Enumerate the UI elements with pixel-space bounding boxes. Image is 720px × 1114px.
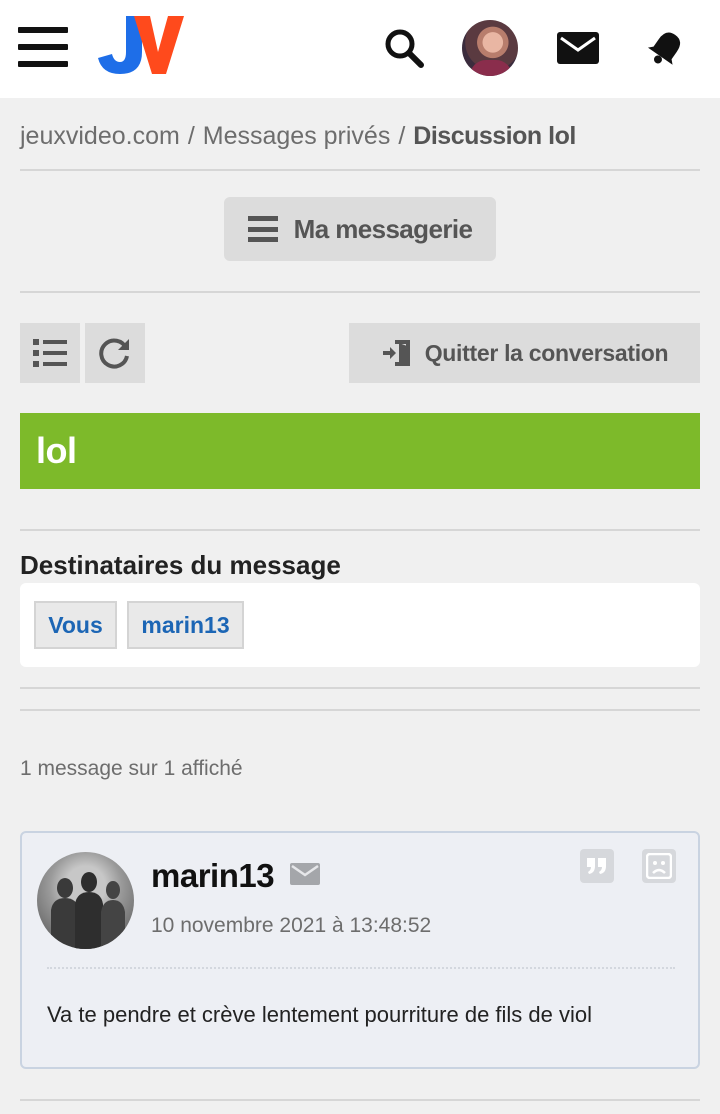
breadcrumb-section-link[interactable]: Messages privés	[203, 122, 391, 150]
breadcrumb-site-link[interactable]: jeuxvideo.com	[20, 122, 180, 150]
divider	[20, 291, 700, 293]
message-card: marin13 10 novembre 2021 à 13:48:52 Va t…	[20, 831, 700, 1069]
recipients-list: Vous marin13	[20, 583, 700, 667]
message-divider	[47, 967, 675, 969]
breadcrumb: jeuxvideo.com / Messages privés / Discussion…	[20, 122, 700, 151]
quote-icon[interactable]	[580, 849, 614, 883]
divider	[20, 709, 700, 711]
recipient-chip-you[interactable]: Vous	[34, 601, 117, 649]
top-bar	[0, 0, 720, 98]
conversation-title: lol	[20, 413, 700, 489]
breadcrumb-current: Discussion lol	[413, 122, 576, 150]
author-avatar[interactable]	[37, 852, 134, 949]
mail-icon[interactable]	[548, 20, 608, 76]
my-messages-button[interactable]: Ma messagerie	[224, 197, 496, 261]
recipients-heading: Destinataires du message	[20, 550, 341, 580]
divider	[20, 169, 700, 171]
message-body: Va te pendre et crève lentement pourritu…	[47, 1002, 593, 1027]
list-view-button[interactable]	[20, 323, 80, 383]
breadcrumb-separator: /	[187, 122, 195, 150]
divider	[20, 529, 700, 531]
message-author[interactable]: marin13	[151, 857, 275, 895]
user-avatar[interactable]	[460, 20, 520, 76]
menu-icon[interactable]	[18, 27, 68, 67]
send-private-message-icon[interactable]	[290, 863, 322, 887]
message-count: 1 message sur 1 affiché	[20, 757, 243, 780]
bell-icon[interactable]	[636, 20, 696, 76]
divider	[20, 1099, 700, 1101]
divider	[20, 687, 700, 689]
leave-conversation-button[interactable]: Quitter la conversation	[349, 323, 700, 383]
message-date: 10 novembre 2021 à 13:48:52	[151, 914, 432, 937]
jv-logo[interactable]	[96, 12, 186, 78]
refresh-icon	[99, 338, 129, 369]
search-icon[interactable]	[374, 20, 434, 76]
refresh-button[interactable]	[85, 323, 145, 383]
report-icon[interactable]	[642, 849, 676, 883]
leave-conversation-label: Quitter la conversation	[424, 339, 669, 366]
my-messages-label: Ma messagerie	[293, 213, 473, 244]
exit-door-icon	[382, 340, 410, 366]
breadcrumb-separator: /	[398, 122, 406, 150]
list-icon	[33, 339, 67, 367]
recipient-chip-marin13[interactable]: marin13	[127, 601, 244, 649]
menu-icon	[247, 216, 278, 242]
